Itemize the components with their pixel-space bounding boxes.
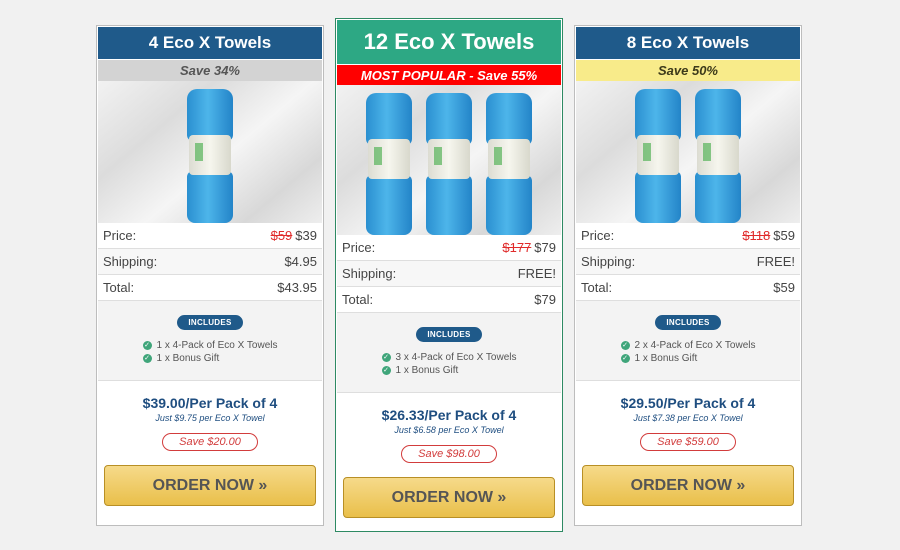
total-row: Total: $79 <box>337 287 561 313</box>
product-photo <box>576 81 800 223</box>
offer-title: 12 Eco X Towels <box>337 20 561 64</box>
order-now-button[interactable]: ORDER NOW » <box>104 465 316 506</box>
price-label: Price: <box>103 228 137 243</box>
offer-title: 8 Eco X Towels <box>576 27 800 59</box>
check-circle-icon: ✓ <box>381 366 391 375</box>
check-circle-icon: ✓ <box>620 354 630 363</box>
shipping-row: Shipping: FREE! <box>337 261 561 287</box>
offer-card-12-towels: 12 Eco X Towels MOST POPULAR - Save 55% … <box>335 18 563 532</box>
save-amount-badge: Save $59.00 <box>640 433 736 451</box>
pricing-summary: $26.33/Per Pack of 4 Just $6.58 per Eco … <box>336 393 562 463</box>
includes-item-text: 1 x Bonus Gift <box>634 353 698 364</box>
includes-item: ✓ 2 x 4-Pack of Eco X Towels <box>620 340 756 351</box>
shipping-row: Shipping: FREE! <box>576 249 800 275</box>
total-value: $59 <box>773 280 795 295</box>
shipping-label: Shipping: <box>103 254 158 269</box>
includes-section: INCLUDES ✓ 1 x 4-Pack of Eco X Towels ✓ 1 … <box>98 301 322 381</box>
rolled-towel-image <box>635 89 681 223</box>
offer-title: 4 Eco X Towels <box>98 27 322 59</box>
includes-badge: INCLUDES <box>177 315 243 330</box>
includes-item-text: 3 x 4-Pack of Eco X Towels <box>395 352 517 363</box>
per-towel-price: Just $6.58 per Eco X Towel <box>394 425 504 435</box>
total-label: Total: <box>342 292 374 307</box>
shipping-row: Shipping: $4.95 <box>98 249 322 275</box>
includes-list: ✓ 2 x 4-Pack of Eco X Towels ✓ 1 x Bonus G… <box>620 338 756 366</box>
total-row: Total: $59 <box>576 275 800 301</box>
per-pack-price: $39.00/Per Pack of 4 <box>142 395 278 411</box>
check-circle-icon: ✓ <box>620 341 630 350</box>
order-now-button[interactable]: ORDER NOW » <box>343 477 555 518</box>
includes-item: ✓ 1 x Bonus Gift <box>381 365 517 376</box>
rolled-towel-image <box>366 93 412 235</box>
includes-item: ✓ 1 x Bonus Gift <box>620 353 756 364</box>
rolled-towel-image <box>486 93 532 235</box>
order-now-button[interactable]: ORDER NOW » <box>582 465 794 506</box>
price-value: $177 $79 <box>502 240 556 255</box>
pricing-summary: $39.00/Per Pack of 4 Just $9.75 per Eco … <box>97 381 323 451</box>
shipping-value: FREE! <box>517 266 556 281</box>
check-circle-icon: ✓ <box>142 354 152 363</box>
shipping-label: Shipping: <box>581 254 636 269</box>
rolled-towel-image <box>695 89 741 223</box>
rolled-towel-image <box>187 89 233 223</box>
shipping-value: FREE! <box>756 254 795 269</box>
per-towel-price: Just $7.38 per Eco X Towel <box>633 413 743 423</box>
product-photo <box>98 81 322 223</box>
total-label: Total: <box>103 280 135 295</box>
offer-savings-banner: Save 50% <box>576 60 800 81</box>
offer-card-8-towels: 8 Eco X Towels Save 50% Price: $118 $59 S… <box>574 25 802 526</box>
offer-card-4-towels: 4 Eco X Towels Save 34% Price: $59 $39 Sh… <box>96 25 324 526</box>
includes-item: ✓ 1 x 4-Pack of Eco X Towels <box>142 340 278 351</box>
old-price: $177 <box>502 240 532 255</box>
includes-section: INCLUDES ✓ 2 x 4-Pack of Eco X Towels ✓ 1 … <box>576 301 800 381</box>
total-label: Total: <box>581 280 613 295</box>
includes-item-text: 1 x 4-Pack of Eco X Towels <box>156 340 278 351</box>
save-amount-badge: Save $98.00 <box>401 445 497 463</box>
shipping-value: $4.95 <box>284 254 317 269</box>
check-circle-icon: ✓ <box>142 341 152 350</box>
check-circle-icon: ✓ <box>381 353 391 362</box>
includes-badge: INCLUDES <box>416 327 482 342</box>
price-label: Price: <box>581 228 615 243</box>
new-price: $59 <box>773 228 795 243</box>
price-row: Price: $177 $79 <box>337 235 561 261</box>
pricing-summary: $29.50/Per Pack of 4 Just $7.38 per Eco … <box>575 381 801 451</box>
shipping-label: Shipping: <box>342 266 397 281</box>
includes-item-text: 2 x 4-Pack of Eco X Towels <box>634 340 756 351</box>
includes-item: ✓ 1 x Bonus Gift <box>142 353 278 364</box>
includes-item-text: 1 x Bonus Gift <box>395 365 459 376</box>
new-price: $79 <box>534 240 556 255</box>
new-price: $39 <box>295 228 317 243</box>
includes-list: ✓ 1 x 4-Pack of Eco X Towels ✓ 1 x Bonus G… <box>142 338 278 366</box>
price-value: $118 $59 <box>742 228 795 243</box>
product-photo <box>337 85 561 235</box>
includes-item-text: 1 x Bonus Gift <box>156 353 220 364</box>
includes-badge: INCLUDES <box>655 315 721 330</box>
price-label: Price: <box>342 240 376 255</box>
per-pack-price: $26.33/Per Pack of 4 <box>381 407 517 423</box>
per-towel-price: Just $9.75 per Eco X Towel <box>155 413 265 423</box>
price-row: Price: $118 $59 <box>576 223 800 249</box>
per-pack-price: $29.50/Per Pack of 4 <box>620 395 756 411</box>
price-value: $59 $39 <box>271 228 317 243</box>
includes-list: ✓ 3 x 4-Pack of Eco X Towels ✓ 1 x Bonus G… <box>381 350 517 378</box>
old-price: $118 <box>742 228 771 243</box>
includes-item: ✓ 3 x 4-Pack of Eco X Towels <box>381 352 517 363</box>
save-amount-badge: Save $20.00 <box>162 433 258 451</box>
total-row: Total: $43.95 <box>98 275 322 301</box>
price-row: Price: $59 $39 <box>98 223 322 249</box>
offer-savings-banner: Save 34% <box>98 60 322 81</box>
total-value: $79 <box>534 292 556 307</box>
includes-section: INCLUDES ✓ 3 x 4-Pack of Eco X Towels ✓ 1 … <box>337 313 561 393</box>
total-value: $43.95 <box>277 280 317 295</box>
offer-savings-banner: MOST POPULAR - Save 55% <box>337 65 561 85</box>
old-price: $59 <box>270 228 293 243</box>
rolled-towel-image <box>426 93 472 235</box>
